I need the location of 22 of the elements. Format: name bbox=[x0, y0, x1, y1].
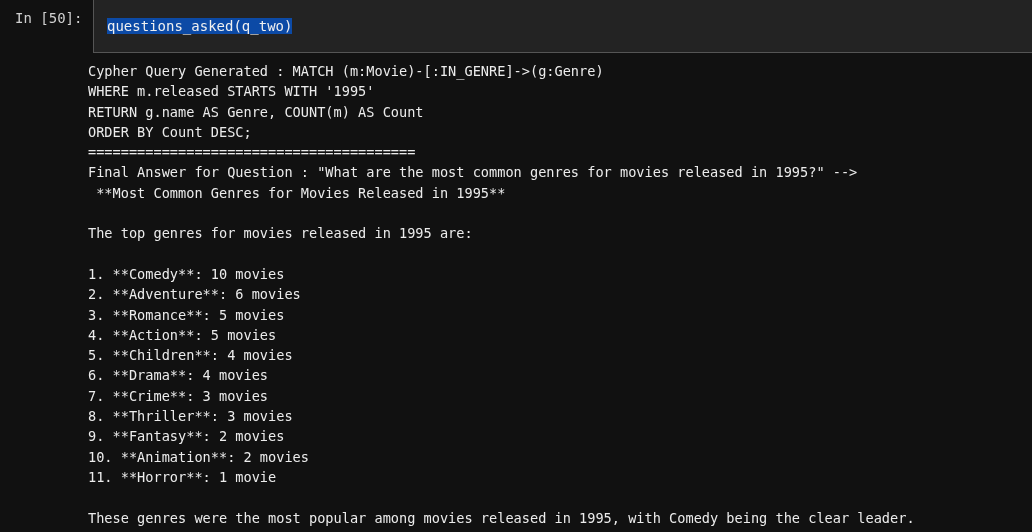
output-line: 7. **Crime**: 3 movies bbox=[88, 386, 269, 406]
output-line: 5. **Children**: 4 movies bbox=[88, 346, 293, 366]
output-line: ======================================== bbox=[88, 143, 416, 163]
output-line: The top genres for movies released in 1995 are: bbox=[88, 224, 473, 244]
output-line: ORDER BY Count DESC; bbox=[88, 122, 252, 142]
output-line: 2. **Adventure**: 6 movies bbox=[88, 285, 301, 305]
output-line: Final Answer for Question : "What are the most common genres for movies released in 1995?" --> bbox=[88, 163, 858, 183]
output-line: These genres were the most popular among movies released in 1995, with Comedy being the clear leader. bbox=[88, 508, 915, 528]
code-input-cell[interactable]: questions_asked(q_two) bbox=[93, 0, 1032, 53]
output-line: 9. **Fantasy**: 2 movies bbox=[88, 427, 285, 447]
output-line: RETURN g.name AS Genre, COUNT(m) AS Count bbox=[88, 102, 424, 122]
output-line: 8. **Thriller**: 3 movies bbox=[88, 407, 293, 427]
output-line: Cypher Query Generated : MATCH (m:Movie)-[:IN_GENRE]->(g:Genre) bbox=[88, 62, 604, 82]
cell-prompt: In [50]: bbox=[14, 9, 84, 27]
output-line: 4. **Action**: 5 movies bbox=[88, 325, 277, 345]
output-line: 6. **Drama**: 4 movies bbox=[88, 366, 269, 386]
output-line: **Most Common Genres for Movies Released in 1995** bbox=[95, 183, 506, 203]
output-line: 10. **Animation**: 2 movies bbox=[88, 447, 309, 467]
output-line: 1. **Comedy**: 10 movies bbox=[88, 264, 285, 284]
output-line: 11. **Horror**: 1 movie bbox=[88, 467, 277, 487]
output-line: 3. **Romance**: 5 movies bbox=[88, 305, 285, 325]
output-line: WHERE m.released STARTS WITH '1995' bbox=[88, 82, 375, 102]
